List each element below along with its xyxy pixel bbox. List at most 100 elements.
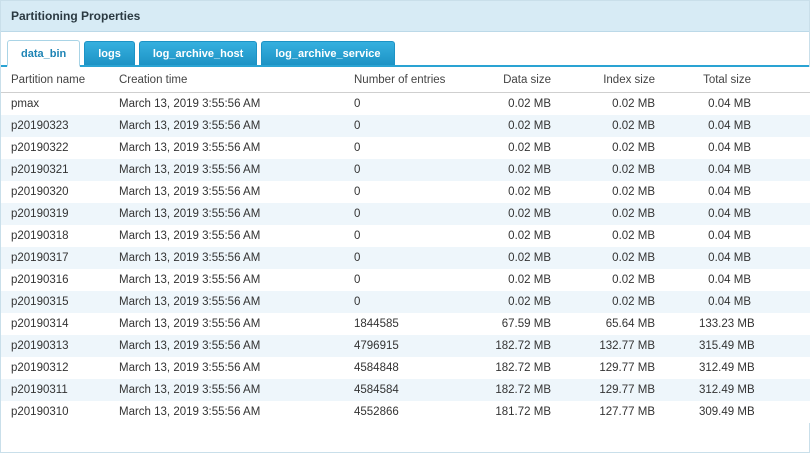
table-cell: pmax [1,93,111,115]
column-header[interactable]: Partition name [1,67,111,93]
table-cell: 0.02 MB [486,203,591,225]
table-row[interactable]: p20190313March 13, 2019 3:55:56 AM479691… [1,335,810,357]
table-cell: 0.04 MB [691,269,810,291]
table-cell: p20190317 [1,247,111,269]
table-cell: p20190321 [1,159,111,181]
table-row[interactable]: p20190320March 13, 2019 3:55:56 AM00.02 … [1,181,810,203]
table-row[interactable]: p20190314March 13, 2019 3:55:56 AM184458… [1,313,810,335]
table-cell: 0.02 MB [486,291,591,313]
table-cell: p20190314 [1,313,111,335]
table-cell: p20190319 [1,203,111,225]
table-body: pmaxMarch 13, 2019 3:55:56 AM00.02 MB0.0… [1,93,810,423]
table-row[interactable]: p20190321March 13, 2019 3:55:56 AM00.02 … [1,159,810,181]
column-header[interactable]: Data size [486,67,591,93]
table-row[interactable]: p20190322March 13, 2019 3:55:56 AM00.02 … [1,137,810,159]
table-cell: p20190322 [1,137,111,159]
table-cell: 312.49 MB [691,379,810,401]
table-cell: 0 [346,93,486,115]
table-cell: 0.02 MB [486,137,591,159]
tab-data_bin[interactable]: data_bin [7,40,80,67]
table-cell: p20190313 [1,335,111,357]
table-cell: March 13, 2019 3:55:56 AM [111,159,346,181]
table-cell: 0.02 MB [591,269,691,291]
table-cell: 312.49 MB [691,357,810,379]
column-header[interactable]: Total size [691,67,810,93]
table-cell: 0.02 MB [486,115,591,137]
table-cell: 0 [346,247,486,269]
table-cell: March 13, 2019 3:55:56 AM [111,335,346,357]
table-row[interactable]: p20190311March 13, 2019 3:55:56 AM458458… [1,379,810,401]
table-row[interactable]: p20190318March 13, 2019 3:55:56 AM00.02 … [1,225,810,247]
column-header[interactable]: Number of entries [346,67,486,93]
tab-log_archive_service[interactable]: log_archive_service [261,41,394,65]
table-cell: March 13, 2019 3:55:56 AM [111,291,346,313]
table-cell: March 13, 2019 3:55:56 AM [111,203,346,225]
table-cell: 0.02 MB [591,93,691,115]
column-header[interactable]: Index size [591,67,691,93]
table-cell: 0.04 MB [691,137,810,159]
table-cell: 0 [346,115,486,137]
column-header[interactable]: Creation time [111,67,346,93]
table-header-row: Partition nameCreation timeNumber of ent… [1,67,810,93]
table-cell: p20190315 [1,291,111,313]
table-cell: p20190310 [1,401,111,423]
table-cell: p20190316 [1,269,111,291]
table-cell: March 13, 2019 3:55:56 AM [111,313,346,335]
table-cell: 0.02 MB [591,247,691,269]
table-cell: 0 [346,291,486,313]
table-cell: 0.02 MB [591,291,691,313]
table-cell: March 13, 2019 3:55:56 AM [111,379,346,401]
table-cell: 0.02 MB [486,181,591,203]
table-cell: 309.49 MB [691,401,810,423]
table-row[interactable]: p20190310March 13, 2019 3:55:56 AM455286… [1,401,810,423]
table-cell: 0.04 MB [691,225,810,247]
table-cell: March 13, 2019 3:55:56 AM [111,181,346,203]
table-cell: 132.77 MB [591,335,691,357]
table-header: Partition nameCreation timeNumber of ent… [1,67,810,93]
table-row[interactable]: p20190319March 13, 2019 3:55:56 AM00.02 … [1,203,810,225]
table-cell: 0 [346,203,486,225]
table-cell: p20190323 [1,115,111,137]
table-cell: 0.04 MB [691,115,810,137]
table-cell: 4584848 [346,357,486,379]
table-cell: March 13, 2019 3:55:56 AM [111,247,346,269]
table-cell: p20190318 [1,225,111,247]
table-cell: 0 [346,137,486,159]
table-cell: 0.02 MB [486,159,591,181]
table-cell: 4796915 [346,335,486,357]
table-cell: 129.77 MB [591,379,691,401]
table-row[interactable]: p20190315March 13, 2019 3:55:56 AM00.02 … [1,291,810,313]
table-cell: 0.04 MB [691,247,810,269]
table-cell: 182.72 MB [486,335,591,357]
table-cell: 181.72 MB [486,401,591,423]
table-cell: 129.77 MB [591,357,691,379]
table-cell: 133.23 MB [691,313,810,335]
tab-logs[interactable]: logs [84,41,135,65]
table-cell: March 13, 2019 3:55:56 AM [111,357,346,379]
table-cell: 127.77 MB [591,401,691,423]
table-cell: 0 [346,269,486,291]
table-cell: 0.04 MB [691,203,810,225]
table-cell: 0.02 MB [591,115,691,137]
table-cell: 0.02 MB [486,247,591,269]
table-row[interactable]: pmaxMarch 13, 2019 3:55:56 AM00.02 MB0.0… [1,93,810,115]
table-cell: March 13, 2019 3:55:56 AM [111,225,346,247]
table-cell: 0.02 MB [591,203,691,225]
table-cell: 65.64 MB [591,313,691,335]
table-cell: March 13, 2019 3:55:56 AM [111,137,346,159]
table-row[interactable]: p20190316March 13, 2019 3:55:56 AM0 0.02 … [1,269,810,291]
table-cell: 1844585 [346,313,486,335]
table-row[interactable]: p20190323March 13, 2019 3:55:56 AM00.02 … [1,115,810,137]
table-cell: 315.49 MB [691,335,810,357]
table-cell: 0.02 MB [591,137,691,159]
tabs-underline [1,65,809,67]
table-cell: p20190311 [1,379,111,401]
table-row[interactable]: p20190317March 13, 2019 3:55:56 AM00.02 … [1,247,810,269]
panel-header: Partitioning Properties [1,1,809,32]
table-row[interactable]: p20190312March 13, 2019 3:55:56 AM458484… [1,357,810,379]
tab-log_archive_host[interactable]: log_archive_host [139,41,257,65]
table-cell: 0 [346,181,486,203]
table-cell: 182.72 MB [486,379,591,401]
table-cell: March 13, 2019 3:55:56 AM [111,269,346,291]
table-cell: March 13, 2019 3:55:56 AM [111,93,346,115]
